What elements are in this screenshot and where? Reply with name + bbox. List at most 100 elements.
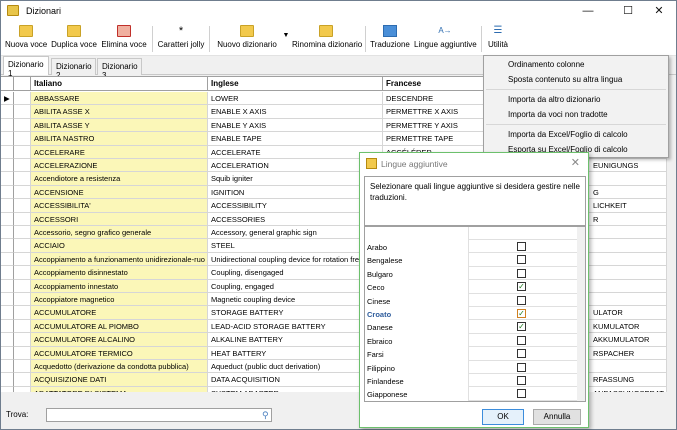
tab-dictionary-1[interactable]: Dizionario 1: [3, 56, 49, 78]
cell-italiano[interactable]: Accendiotore a resistenza: [31, 172, 208, 186]
language-checkbox[interactable]: [517, 242, 526, 251]
row-selector[interactable]: [1, 360, 14, 374]
minimize-button[interactable]: —: [571, 1, 605, 22]
cell-other-language[interactable]: AKKUMULATOR: [590, 333, 667, 347]
row-selector[interactable]: [1, 172, 14, 186]
row-selector[interactable]: [1, 212, 14, 226]
cell-italiano[interactable]: ACCESSORI: [31, 212, 208, 226]
row-selector[interactable]: [1, 293, 14, 307]
cell-inglese[interactable]: Magnetic coupling device: [208, 293, 383, 307]
new-dictionary-button[interactable]: Nuovo dizionario: [215, 24, 279, 54]
cell-italiano[interactable]: Accoppiamento a funzionamento unidirezio…: [31, 252, 208, 267]
cell-italiano[interactable]: ABILITA ASSE Y: [31, 118, 208, 133]
cell-inglese[interactable]: STEEL: [208, 239, 383, 253]
tab-dictionary-2[interactable]: Dizionario 2: [51, 58, 96, 80]
language-row[interactable]: Giapponese: [365, 387, 577, 401]
row-selector[interactable]: [1, 319, 14, 334]
cell-other-language[interactable]: G: [590, 186, 667, 200]
cell-italiano[interactable]: Accoppiamento disinnestato: [31, 266, 208, 280]
translation-button[interactable]: Traduzione: [369, 24, 411, 54]
menu-item-column-order[interactable]: Ordinamento colonne: [508, 60, 585, 69]
cell-italiano[interactable]: Accoppiatore magnetico: [31, 293, 208, 307]
cell-inglese[interactable]: ACCELERATE: [208, 145, 383, 159]
row-blank-cell[interactable]: [14, 333, 31, 347]
row-blank-cell[interactable]: [14, 185, 31, 200]
language-row[interactable]: Ebraico: [365, 333, 577, 348]
row-selector[interactable]: [1, 279, 14, 293]
cell-italiano[interactable]: ABBASSARE: [31, 92, 208, 106]
cell-italiano[interactable]: Accoppiamento innestato: [31, 279, 208, 293]
language-checkbox[interactable]: ✓: [517, 282, 526, 292]
cell-inglese[interactable]: ALKALINE BATTERY: [208, 333, 383, 347]
language-row[interactable]: Danese ✓: [365, 320, 577, 334]
language-checkbox[interactable]: [517, 376, 526, 385]
row-blank-cell[interactable]: [14, 279, 31, 293]
row-blank-cell[interactable]: [14, 199, 31, 213]
language-checkbox[interactable]: [517, 349, 526, 359]
column-header-inglese[interactable]: Inglese: [208, 77, 383, 91]
close-button[interactable]: ✕: [642, 1, 676, 22]
cell-other-language[interactable]: RSPACHER: [590, 347, 667, 360]
cell-inglese[interactable]: ACCELERATION: [208, 159, 383, 173]
row-selector[interactable]: [1, 346, 14, 360]
duplicate-entry-button[interactable]: Duplica voce: [50, 24, 98, 54]
column-header-italiano[interactable]: Italiano: [31, 77, 208, 91]
language-row[interactable]: Cinese: [365, 293, 577, 307]
cell-other-language[interactable]: LICHKEIT: [590, 199, 667, 213]
row-blank-cell[interactable]: [14, 239, 31, 253]
cell-italiano[interactable]: ACQUISIZIONE DATI: [31, 373, 208, 387]
cell-italiano[interactable]: ACCUMULATORE ALCALINO: [31, 333, 208, 347]
row-blank-cell[interactable]: [14, 293, 31, 307]
language-checkbox[interactable]: [517, 295, 526, 305]
cell-inglese[interactable]: Unidirectional coupling device for rotat…: [208, 252, 383, 267]
cell-other-language[interactable]: EUNIGUNGS: [590, 159, 667, 173]
row-blank-cell[interactable]: [14, 145, 31, 159]
cell-inglese[interactable]: Squib igniter: [208, 172, 383, 186]
row-blank-cell[interactable]: [14, 92, 31, 106]
row-blank-cell[interactable]: [14, 212, 31, 226]
row-selector[interactable]: [1, 159, 14, 173]
row-blank-cell[interactable]: [14, 360, 31, 374]
row-selector[interactable]: [1, 333, 14, 347]
cell-inglese[interactable]: Coupling, disengaged: [208, 266, 383, 280]
row-blank-cell[interactable]: [14, 373, 31, 387]
language-checkbox[interactable]: ✓: [517, 309, 526, 318]
language-row[interactable]: Filippino: [365, 360, 577, 374]
menu-item-import-dictionary[interactable]: Importa da altro dizionario: [508, 95, 601, 104]
cell-inglese[interactable]: ENABLE TAPE: [208, 132, 383, 146]
language-checkbox[interactable]: [517, 335, 526, 345]
row-blank-cell[interactable]: [14, 252, 31, 267]
row-selector[interactable]: [1, 105, 14, 119]
cell-inglese[interactable]: Coupling, engaged: [208, 279, 383, 293]
language-row[interactable]: Finlandese: [365, 374, 577, 388]
cell-italiano[interactable]: ACCESSIBILITA': [31, 199, 208, 213]
language-row[interactable]: Croato ✓: [365, 307, 577, 321]
row-selector[interactable]: [1, 373, 14, 387]
cell-italiano[interactable]: ABILITA ASSE X: [31, 105, 208, 119]
close-icon[interactable]: ✕: [571, 156, 580, 169]
row-blank-cell[interactable]: [14, 306, 31, 320]
maximize-button[interactable]: ☐: [611, 1, 645, 22]
language-checkbox[interactable]: [517, 268, 526, 278]
menu-item-import-untranslated[interactable]: Importa da voci non tradotte: [508, 110, 608, 119]
cell-inglese[interactable]: HEAT BATTERY: [208, 346, 383, 360]
row-selector[interactable]: [1, 118, 14, 133]
cell-inglese[interactable]: ACCESSIBILITY: [208, 199, 383, 213]
wildcards-button[interactable]: * Caratteri jolly: [156, 24, 206, 54]
cell-inglese[interactable]: LOWER: [208, 92, 383, 106]
cell-italiano[interactable]: ACCUMULATORE AL PIOMBO: [31, 319, 208, 334]
tab-dictionary-3[interactable]: Dizionario 3: [97, 58, 142, 80]
cell-italiano[interactable]: ACCENSIONE: [31, 185, 208, 200]
additional-languages-button[interactable]: A→ Lingue aggiuntive: [414, 24, 477, 54]
cell-inglese[interactable]: ENABLE X AXIS: [208, 105, 383, 119]
cell-inglese[interactable]: IGNITION: [208, 185, 383, 200]
row-selector[interactable]: [1, 145, 14, 159]
language-row[interactable]: Bulgaro: [365, 266, 577, 281]
language-checkbox[interactable]: [517, 255, 526, 265]
row-selector[interactable]: [1, 185, 14, 200]
search-input[interactable]: ⚲: [46, 408, 272, 422]
row-selector[interactable]: [1, 306, 14, 320]
row-selector[interactable]: [1, 132, 14, 146]
delete-entry-button[interactable]: Elimina voce: [101, 24, 147, 54]
cell-inglese[interactable]: LEAD-ACID STORAGE BATTERY: [208, 319, 383, 334]
